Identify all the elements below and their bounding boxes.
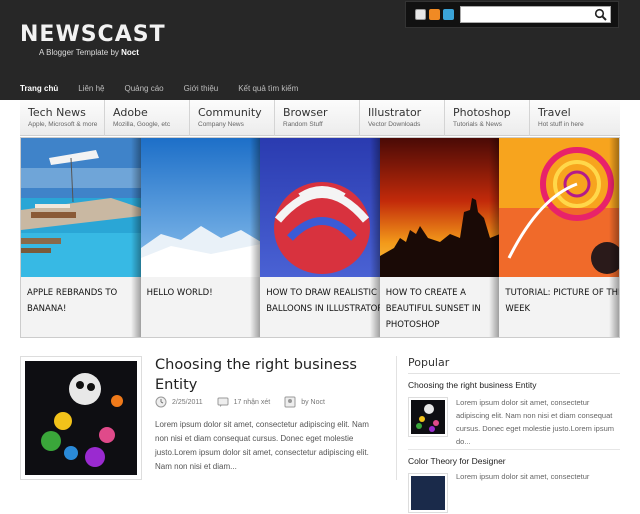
site-header: NEWSCAST A Blogger Template by Noct Tran…	[0, 0, 640, 100]
slide-image-balloon	[260, 138, 380, 278]
tagline-prefix: A Blogger Template by	[39, 48, 122, 57]
top-nav: Trang chủ Liên hệ Quảng cáo Giới thiệu K…	[20, 84, 318, 93]
tagline-author: Noct	[121, 48, 139, 57]
category-travel[interactable]: Travel Hot stuff in here	[530, 100, 620, 136]
post-excerpt: Lorem ipsum dolor sit amet, consectetur …	[155, 420, 369, 471]
caption-line: HELLO WORLD!	[146, 288, 213, 298]
slide-image-abstract	[499, 138, 619, 278]
category-community[interactable]: Community Company News	[190, 100, 275, 136]
category-subtitle: Random Stuff	[283, 121, 323, 128]
popular-item-thumbnail[interactable]	[408, 473, 448, 513]
site-tagline: A Blogger Template by Noct	[39, 48, 139, 57]
search-input[interactable]	[460, 6, 611, 23]
category-title: Tech News	[28, 106, 86, 119]
category-subtitle: Vector Downloads	[368, 121, 421, 128]
category-title: Photoshop	[453, 106, 511, 119]
category-title: Community	[198, 106, 262, 119]
caption-line: TUTORIAL: PICTURE OF THE	[505, 288, 619, 298]
twitter-icon[interactable]	[443, 9, 454, 20]
slide-balloons[interactable]: HOW TO DRAW REALISTIC BALLOONS IN ILLUST…	[260, 138, 380, 337]
caption-line: HOW TO DRAW REALISTIC	[266, 288, 377, 298]
slide-hello-world[interactable]: HELLO WORLD!	[140, 138, 261, 337]
site-logo[interactable]: NEWSCAST	[20, 22, 166, 47]
popular-thumb-image	[411, 400, 445, 434]
caption-line: APPLE REBRANDS TO	[27, 288, 118, 298]
category-title: Travel	[538, 106, 571, 119]
caption-line: HOW TO CREATE A	[385, 288, 466, 298]
author-icon	[284, 396, 296, 408]
comment-icon	[217, 397, 229, 407]
post-author[interactable]: by Noct	[284, 396, 325, 408]
post-date: 2/25/2011	[155, 396, 203, 408]
caption-line: WEEK	[505, 304, 531, 314]
slide-image-sunset	[379, 138, 500, 278]
category-adobe[interactable]: Adobe Mozilla, Google, etc	[105, 100, 190, 136]
category-title: Adobe	[113, 106, 148, 119]
popular-thumb-image	[411, 476, 445, 510]
column-divider	[396, 356, 397, 480]
slide-caption: HOW TO DRAW REALISTIC BALLOONS IN ILLUST…	[260, 277, 380, 337]
slide-image-pool	[21, 138, 141, 278]
search-area	[405, 1, 619, 28]
category-title: Browser	[283, 106, 328, 119]
nav-advertise[interactable]: Quảng cáo	[124, 84, 163, 93]
category-subtitle: Company News	[198, 121, 244, 128]
post-comments-text: 17 nhận xét	[233, 398, 271, 406]
popular-item-text: Lorem ipsum dolor sit amet, consectetur	[456, 472, 590, 481]
post-title[interactable]: Choosing the right business Entity	[155, 355, 385, 395]
category-subtitle: Tutorials & News	[453, 121, 502, 128]
post-meta: 2/25/2011 17 nhận xét by Noct	[155, 396, 339, 408]
nav-home[interactable]: Trang chủ	[20, 84, 58, 93]
popular-item-title[interactable]: Choosing the right business Entity	[408, 380, 537, 390]
popular-heading: Popular	[408, 356, 450, 369]
category-tech-news[interactable]: Tech News Apple, Microsoft & more	[20, 100, 105, 136]
post-comments[interactable]: 17 nhận xét	[217, 396, 271, 408]
category-bar: Tech News Apple, Microsoft & more Adobe Mo…	[20, 100, 620, 136]
slide-sunset[interactable]: HOW TO CREATE A BEAUTIFUL SUNSET IN PHOT…	[379, 138, 500, 337]
nav-search-results[interactable]: Kết quả tìm kiếm	[238, 84, 298, 93]
category-photoshop[interactable]: Photoshop Tutorials & News	[445, 100, 530, 136]
category-illustrator[interactable]: Illustrator Vector Downloads	[360, 100, 445, 136]
post-date-text: 2/25/2011	[172, 398, 203, 406]
caption-line: PHOTOSHOP	[385, 320, 440, 330]
slide-apple-banana[interactable]: APPLE REBRANDS TO BANANA!	[21, 138, 141, 337]
clock-icon	[155, 396, 167, 408]
search-icon[interactable]	[594, 8, 608, 22]
social-icons	[415, 9, 454, 20]
post-author-text: by Noct	[301, 398, 325, 406]
slide-caption: HOW TO CREATE A BEAUTIFUL SUNSET IN PHOT…	[379, 277, 500, 337]
category-subtitle: Hot stuff in here	[538, 121, 584, 128]
category-browser[interactable]: Browser Random Stuff	[275, 100, 360, 136]
caption-line: BEAUTIFUL SUNSET IN	[385, 304, 481, 314]
post-thumbnail[interactable]	[20, 356, 142, 480]
category-subtitle: Mozilla, Google, etc	[113, 121, 171, 128]
slide-image-snow	[140, 138, 261, 278]
popular-separator	[408, 449, 620, 450]
slide-caption: HELLO WORLD!	[140, 277, 261, 337]
popular-item-thumbnail[interactable]	[408, 397, 448, 437]
caption-line: BALLOONS IN ILLUSTRATOR	[266, 304, 380, 314]
featured-slider: APPLE REBRANDS TO BANANA! HELLO WORLD! H…	[20, 137, 620, 338]
caption-line: BANANA!	[27, 304, 67, 314]
popular-item-text: Lorem ipsum dolor sit amet, consectetur …	[456, 398, 614, 446]
nav-about[interactable]: Giới thiệu	[184, 84, 219, 93]
popular-rule	[408, 373, 620, 374]
post-image-abstract	[25, 361, 137, 475]
mail-icon[interactable]	[415, 9, 426, 20]
slide-picture-of-week[interactable]: TUTORIAL: PICTURE OF THE WEEK	[499, 138, 619, 337]
slide-caption: APPLE REBRANDS TO BANANA!	[21, 277, 141, 337]
category-subtitle: Apple, Microsoft & more	[28, 121, 98, 128]
popular-item-title[interactable]: Color Theory for Designer	[408, 456, 506, 466]
category-title: Illustrator	[368, 106, 422, 119]
slide-caption: TUTORIAL: PICTURE OF THE WEEK	[499, 277, 619, 337]
rss-icon[interactable]	[429, 9, 440, 20]
nav-contact[interactable]: Liên hệ	[78, 84, 104, 93]
